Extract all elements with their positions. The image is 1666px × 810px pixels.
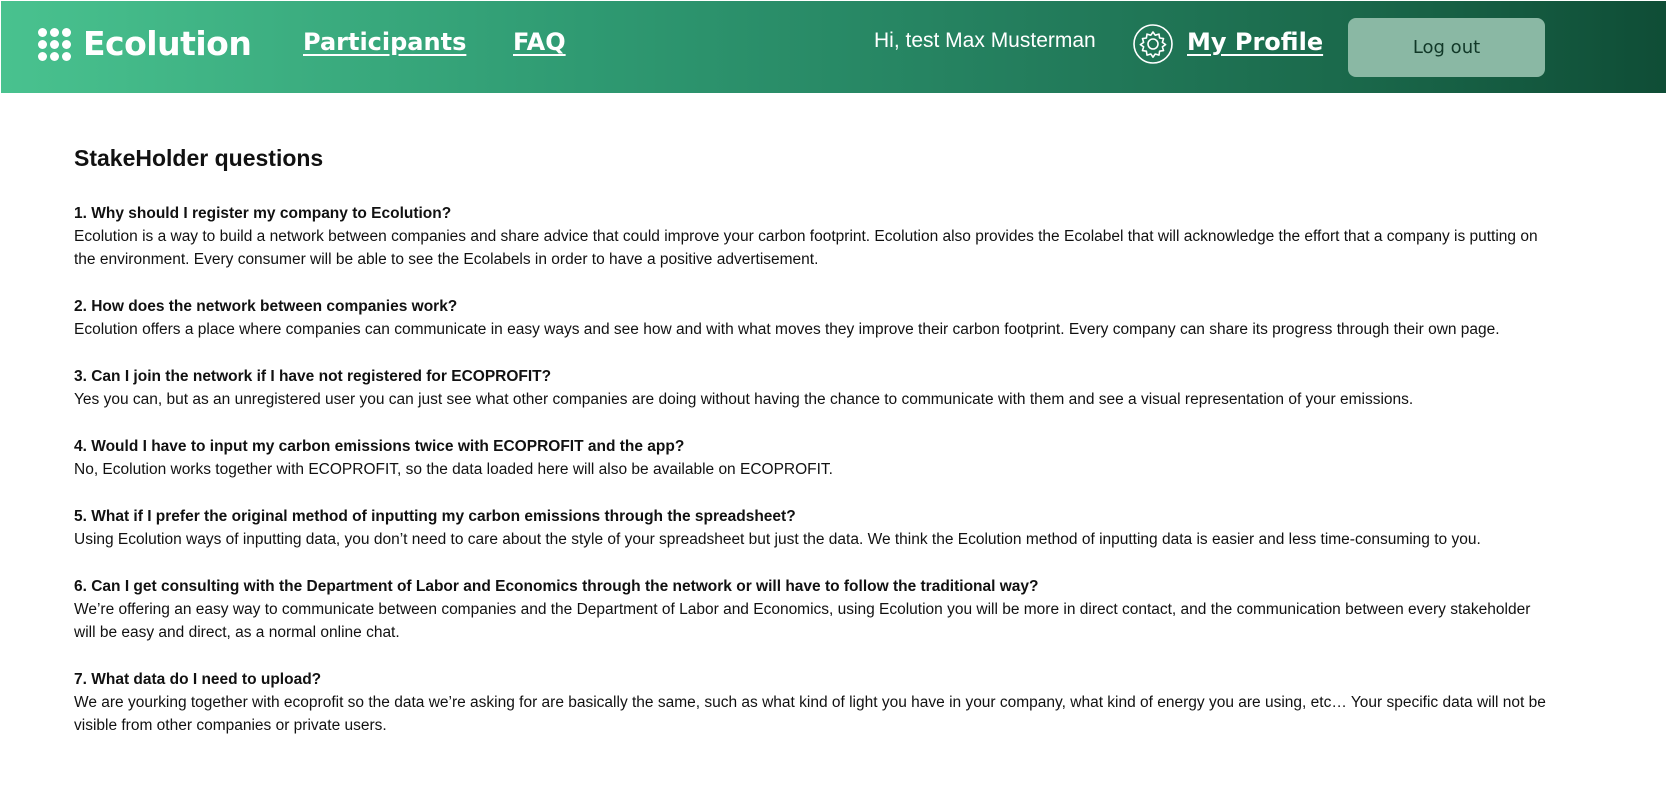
nav-link-faq[interactable]: FAQ (513, 28, 566, 56)
faq-content: StakeHolder questions 1. Why should I re… (74, 144, 1554, 761)
faq-answer: Ecolution is a way to build a network be… (74, 228, 1538, 268)
faq-answer: No, Ecolution works together with ECOPRO… (74, 461, 833, 478)
logout-button[interactable]: Log out (1348, 18, 1545, 77)
my-profile-link[interactable]: My Profile (1187, 28, 1323, 56)
nav-link-participants[interactable]: Participants (303, 28, 466, 56)
logo[interactable]: Ecolution (38, 24, 252, 63)
faq-item: 1. Why should I register my company to E… (74, 202, 1554, 271)
top-navbar: Ecolution Participants FAQ Hi, test Max … (1, 1, 1666, 93)
app-grid-icon (38, 27, 71, 61)
page: Ecolution Participants FAQ Hi, test Max … (0, 0, 1666, 810)
faq-question: 7. What data do I need to upload? (74, 671, 322, 688)
gear-icon[interactable] (1132, 23, 1174, 65)
faq-answer: We’re offering an easy way to communicat… (74, 601, 1531, 641)
faq-answer: We are yourking together with ecoprofit … (74, 694, 1546, 734)
faq-item: 3. Can I join the network if I have not … (74, 365, 1554, 411)
faq-answer: Using Ecolution ways of inputting data, … (74, 531, 1481, 548)
page-title: StakeHolder questions (74, 145, 324, 171)
faq-question: 3. Can I join the network if I have not … (74, 368, 552, 385)
faq-item: 2. How does the network between companie… (74, 295, 1554, 341)
faq-item: 6. Can I get consulting with the Departm… (74, 575, 1554, 644)
faq-question: 2. How does the network between companie… (74, 298, 458, 315)
faq-item: 5. What if I prefer the original method … (74, 505, 1554, 551)
faq-item: 7. What data do I need to upload? We are… (74, 668, 1554, 737)
faq-answer: Yes you can, but as an unregistered user… (74, 391, 1414, 408)
faq-question: 4. Would I have to input my carbon emiss… (74, 438, 685, 455)
faq-question: 6. Can I get consulting with the Departm… (74, 578, 1039, 595)
faq-item: 4. Would I have to input my carbon emiss… (74, 435, 1554, 481)
logo-text: Ecolution (83, 24, 252, 63)
user-greeting: Hi, test Max Musterman (874, 29, 1096, 52)
faq-answer: Ecolution offers a place where companies… (74, 321, 1500, 338)
faq-question: 5. What if I prefer the original method … (74, 508, 796, 525)
faq-question: 1. Why should I register my company to E… (74, 205, 452, 222)
